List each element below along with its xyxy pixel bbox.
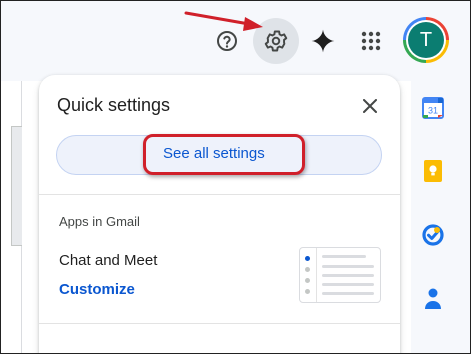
side-panel-rail	[411, 81, 470, 353]
calendar-icon[interactable]: 31	[421, 96, 445, 120]
gemini-button[interactable]	[305, 23, 341, 59]
gear-icon	[264, 30, 288, 52]
divider	[39, 323, 400, 324]
preview-line	[322, 283, 374, 286]
preview-dot	[305, 267, 310, 272]
preview-line	[322, 292, 374, 295]
panel-title: Quick settings	[57, 95, 171, 115]
preview-sidebar	[300, 248, 317, 302]
preview-line	[322, 265, 374, 268]
close-icon	[363, 99, 377, 113]
google-apps-button[interactable]	[353, 23, 389, 59]
customize-link[interactable]: Customize	[59, 281, 135, 298]
avatar: T	[408, 22, 444, 58]
apps-grid-icon	[361, 31, 381, 51]
avatar-border: T	[406, 20, 446, 60]
calendar-day: 31	[428, 106, 438, 116]
main-content-edge	[1, 81, 23, 353]
preview-line	[322, 255, 366, 258]
settings-button[interactable]	[253, 18, 299, 64]
help-button[interactable]	[209, 23, 245, 59]
chat-meet-label: Chat and Meet	[59, 252, 158, 269]
account-button[interactable]: T	[403, 17, 449, 63]
divider	[39, 194, 400, 195]
help-icon	[217, 31, 237, 51]
gemini-sparkle-icon	[311, 29, 335, 53]
gmail-window: T 31 Quick settings See all settings App…	[0, 0, 471, 354]
close-button[interactable]	[357, 93, 383, 119]
apps-section-heading: Apps in Gmail	[59, 214, 140, 229]
annotation-highlight-box	[143, 134, 305, 175]
preview-dot	[305, 278, 310, 283]
preview-dot	[305, 289, 310, 294]
keep-icon[interactable]	[421, 159, 445, 183]
quick-settings-panel: Quick settings See all settings Apps in …	[39, 75, 400, 353]
contacts-icon[interactable]	[421, 286, 445, 310]
tasks-icon[interactable]	[421, 223, 445, 247]
preview-dot	[305, 256, 310, 261]
chat-meet-layout-preview	[299, 247, 381, 303]
preview-line	[322, 274, 374, 277]
